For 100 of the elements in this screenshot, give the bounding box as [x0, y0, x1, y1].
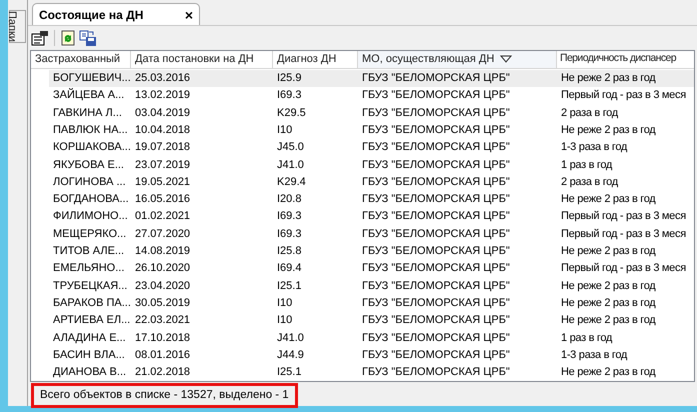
table-cell-text: 26.10.2020 — [134, 261, 192, 276]
table-cell-text: J41.0 — [276, 158, 305, 173]
table-cell-text: ДИАНОВА В... — [52, 365, 128, 380]
table-cell-text: ГБУЗ "БЕЛОМОРСКАЯ ЦРБ" — [361, 106, 511, 121]
table-cell-text: Не реже 2 раз в год — [560, 244, 656, 260]
table-cell-text: ЗАЙЦЕВА А... — [52, 87, 126, 104]
table-cell-text: 03.04.2019 — [134, 106, 192, 121]
table-cell-text: ГБУЗ "БЕЛОМОРСКАЯ ЦРБ" — [361, 313, 511, 328]
table-cell-text: I69.3 — [276, 226, 302, 242]
table-cell-text: ГБУЗ "БЕЛОМОРСКАЯ ЦРБ" — [361, 278, 511, 294]
table-cell-text: БОГУШЕВИЧ... — [52, 71, 131, 86]
table-cell-text: Не реже 2 раз в год — [560, 122, 656, 138]
table-cell-text: I69.3 — [276, 88, 302, 104]
table-cell-text: АЛАДИНА Е... — [52, 330, 127, 346]
table-cell-text: ТРУБЕЦКАЯ... — [52, 278, 128, 294]
table-cell-text: Первый год - раз в 3 меся — [560, 209, 687, 224]
table-cell-text: ГБУЗ "БЕЛОМОРСКАЯ ЦРБ" — [361, 244, 511, 260]
table-cell-text: ГБУЗ "БЕЛОМОРСКАЯ ЦРБ" — [361, 140, 511, 156]
table-cell-text: K29.4 — [276, 174, 307, 190]
table-cell-text: I20.8 — [276, 192, 302, 208]
table-cell-text: Не реже 2 раз в год — [560, 278, 656, 294]
table-cell-text: ГБУЗ "БЕЛОМОРСКАЯ ЦРБ" — [361, 296, 511, 311]
table-cell-text: K29.5 — [276, 106, 307, 121]
table-cell-text: I69.4 — [276, 261, 302, 276]
table-cell-text: 01.02.2021 — [134, 209, 192, 224]
table-cell-text: I25.1 — [276, 278, 302, 294]
table-cell-text: 2 раза в год — [560, 174, 619, 190]
table-cell-text: Не реже 2 раз в год — [560, 365, 656, 380]
table-cell-text: 08.01.2016 — [134, 348, 192, 363]
table-cell-text: 1-3 раза в год — [560, 140, 628, 156]
table-cell-text: J45.0 — [276, 140, 305, 156]
table-cell-text: I25.9 — [276, 71, 302, 86]
document-tab[interactable]: Состоящие на ДН × — [32, 3, 200, 25]
close-button[interactable]: × — [184, 8, 193, 22]
table-cell-text: Не реже 2 раз в год — [560, 296, 656, 311]
table-cell-text: 10.04.2018 — [134, 122, 192, 138]
table-cell-text: Первый год - раз в 3 меся — [560, 88, 687, 104]
table-cell-text: Не реже 2 раз в год — [560, 71, 656, 86]
table-cell-text: 1 раз в год — [560, 330, 614, 346]
table-cell-text: ГБУЗ "БЕЛОМОРСКАЯ ЦРБ" — [361, 192, 511, 208]
table-cell-text: ГБУЗ "БЕЛОМОРСКАЯ ЦРБ" — [361, 209, 511, 224]
table-cell-text: ГБУЗ "БЕЛОМОРСКАЯ ЦРБ" — [361, 261, 511, 276]
table-cell-text: ГБУЗ "БЕЛОМОРСКАЯ ЦРБ" — [361, 348, 511, 363]
table-cell-text: МЕЩЕРЯКО... — [52, 226, 128, 242]
table-cell-text: БАСИН ВЛА... — [52, 348, 126, 363]
table-cell-text: Не реже 2 раз в год — [560, 313, 656, 328]
table-cell-text: ГБУЗ "БЕЛОМОРСКАЯ ЦРБ" — [361, 330, 511, 346]
table-cell-text: I69.3 — [276, 209, 302, 224]
table-cell-text: ГБУЗ "БЕЛОМОРСКАЯ ЦРБ" — [361, 88, 511, 104]
table-cell-text: ГБУЗ "БЕЛОМОРСКАЯ ЦРБ" — [361, 365, 511, 380]
table-cell-text: ГБУЗ "БЕЛОМОРСКАЯ ЦРБ" — [361, 158, 511, 173]
table-cell-text: J44.9 — [276, 348, 305, 363]
table-cell-text: ФИЛИМОНО... — [52, 209, 129, 224]
table-cell-text: ЛОГИНОВА ... — [52, 174, 127, 190]
table-cell-text: J41.0 — [276, 330, 305, 346]
table-cell-text: I10 — [276, 313, 294, 328]
properties-icon[interactable] — [31, 30, 49, 46]
table-cell-text: Первый год - раз в 3 меся — [560, 261, 687, 276]
table-cell-text: I25.1 — [276, 365, 302, 380]
table-cell-text: ГБУЗ "БЕЛОМОРСКАЯ ЦРБ" — [361, 174, 511, 190]
table-cell-text: ГАВКИНА Л... — [52, 106, 123, 121]
table-cell-text: КОРШАКОВА... — [52, 140, 131, 156]
table-cell-text: 23.04.2020 — [134, 278, 192, 294]
table-cell-text: 2 раза в год — [560, 106, 619, 121]
table-cell-text: ПАВЛЮК НА... — [52, 122, 129, 138]
table-cell-text: 19.07.2018 — [134, 140, 192, 156]
table-cell-text: 19.05.2021 — [134, 174, 192, 190]
table-cell-text: ГБУЗ "БЕЛОМОРСКАЯ ЦРБ" — [361, 226, 511, 242]
table-cell-text: I10 — [276, 296, 294, 311]
table-cell-text: 17.10.2018 — [134, 330, 192, 346]
save-icon[interactable] — [79, 30, 97, 46]
table-cell-text: ЯКУБОВА Е... — [52, 158, 125, 173]
table-cell-text: ГБУЗ "БЕЛОМОРСКАЯ ЦРБ" — [361, 122, 511, 138]
table-cell-text: Первый год - раз в 3 меся — [560, 226, 687, 242]
table-cell-text: ТИТОВ АЛЕ... — [52, 244, 126, 260]
table-row[interactable]: БОГУШЕВИЧ... 25.03.2016 I25.9 ГБУЗ "БЕЛОМОРСКАЯ ЦРБ" Не реже 2 раз в год — [49, 70, 694, 87]
table-cell-text: I25.8 — [276, 244, 302, 260]
status-text: Всего объектов в списке - 13527, выделено - 1 — [31, 382, 298, 408]
table-cell-text: БАРАКОВ ПА... — [52, 296, 131, 311]
refresh-icon[interactable] — [60, 30, 76, 46]
table-cell-text: 25.03.2016 — [134, 71, 192, 86]
table-cell-text: 23.07.2019 — [134, 158, 192, 173]
table-cell-text: 13.02.2019 — [134, 88, 192, 104]
table-cell-text: Не реже 2 раз в год — [560, 192, 656, 208]
folders-tab[interactable]: Папки — [9, 10, 26, 43]
table-cell-text: I10 — [276, 122, 294, 138]
tab-title: Состоящие на ДН — [39, 6, 144, 24]
table-cell-text: БОГДАНОВА... — [52, 192, 130, 208]
column-header[interactable]: МО, осуществляющая ДН — [358, 51, 557, 68]
table-cell-text: ГБУЗ "БЕЛОМОРСКАЯ ЦРБ" — [361, 71, 511, 86]
table-cell-text: 1 раз в год — [560, 158, 614, 173]
table-cell-text: 21.02.2018 — [134, 365, 192, 380]
table-cell-text: АРТИЕВА ЕЛ... — [52, 313, 131, 328]
table-cell-text: 22.03.2021 — [134, 313, 192, 328]
table-cell-text: 30.05.2019 — [134, 296, 192, 311]
table-cell-text: ЕМЕЛЬЯНО... — [52, 261, 126, 276]
table-cell-text: 27.07.2020 — [134, 226, 192, 242]
table-cell-text: 1-3 раза в год — [560, 348, 628, 363]
table-cell-text: 16.05.2016 — [134, 192, 192, 208]
table-cell-text: 14.08.2019 — [134, 244, 192, 260]
